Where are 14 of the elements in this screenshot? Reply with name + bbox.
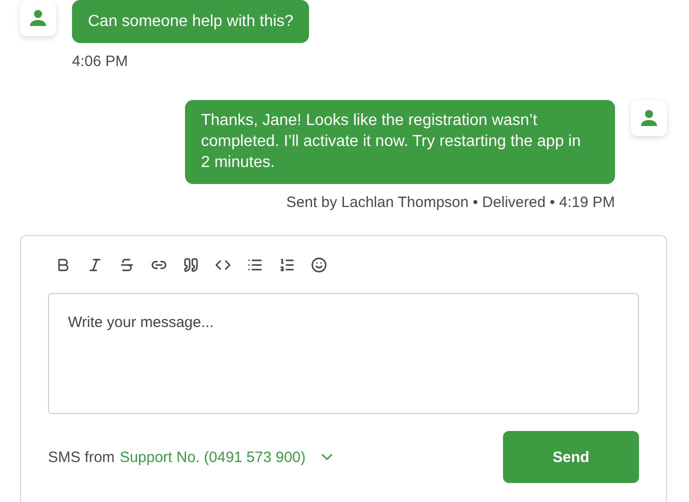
user-icon [640,109,658,127]
sender-label: SMS from [48,448,115,466]
message-bubble: Thanks, Jane! Looks like the registration wasn’t completed. I’ll activate it now. Try restarting the app in 2 minutes. [185,100,615,184]
quote-button[interactable] [182,256,200,274]
emoji-button[interactable] [310,256,328,274]
numbered-list-button[interactable] [278,256,296,274]
user-icon [29,9,47,27]
message-meta: Sent by Lachlan Thompson • Delivered • 4:19 PM [286,194,615,211]
strikethrough-button[interactable] [118,256,136,274]
message-meta: 4:06 PM [72,53,128,70]
send-button[interactable]: Send [503,431,639,483]
message-field[interactable]: Write your message... [48,293,639,414]
sender-dropdown[interactable]: Support No. (0491 573 900) [120,448,336,466]
message-bubble: Can someone help with this? [72,0,310,43]
